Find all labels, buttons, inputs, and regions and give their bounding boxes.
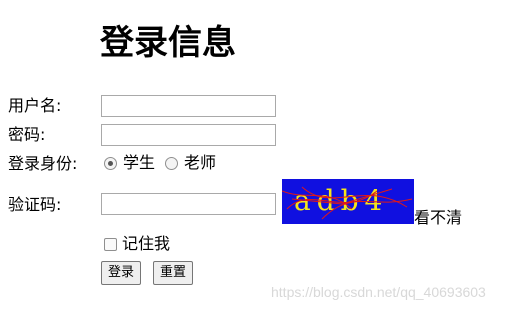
captcha-image[interactable]: adb4 xyxy=(282,179,414,224)
captcha-refresh-link[interactable]: 看不清 xyxy=(414,208,462,228)
remember-checkbox[interactable] xyxy=(104,237,117,251)
role-student-label[interactable]: 学生 xyxy=(123,153,155,173)
page-title: 登录信息 xyxy=(100,23,236,63)
username-input[interactable] xyxy=(101,95,276,117)
role-label: 登录身份: xyxy=(8,154,78,173)
captcha-label: 验证码: xyxy=(8,195,62,214)
password-input[interactable] xyxy=(101,124,276,146)
reset-button[interactable]: 重置 xyxy=(153,261,194,285)
remember-label[interactable]: 记住我 xyxy=(122,234,170,254)
username-label: 用户名: xyxy=(8,96,62,115)
watermark: https://blog.csdn.net/qq_40693603 xyxy=(271,284,486,300)
captcha-noise-lines xyxy=(282,186,413,220)
remember-me[interactable]: 记住我 xyxy=(104,234,170,254)
password-label: 密码: xyxy=(8,125,46,144)
role-student-radio[interactable] xyxy=(104,156,117,170)
role-teacher-radio[interactable] xyxy=(165,156,179,170)
captcha-input[interactable] xyxy=(101,193,276,215)
login-button[interactable]: 登录 xyxy=(101,261,142,285)
role-teacher-label[interactable]: 老师 xyxy=(184,153,216,173)
role-radio-group: 学生 老师 xyxy=(104,153,224,173)
